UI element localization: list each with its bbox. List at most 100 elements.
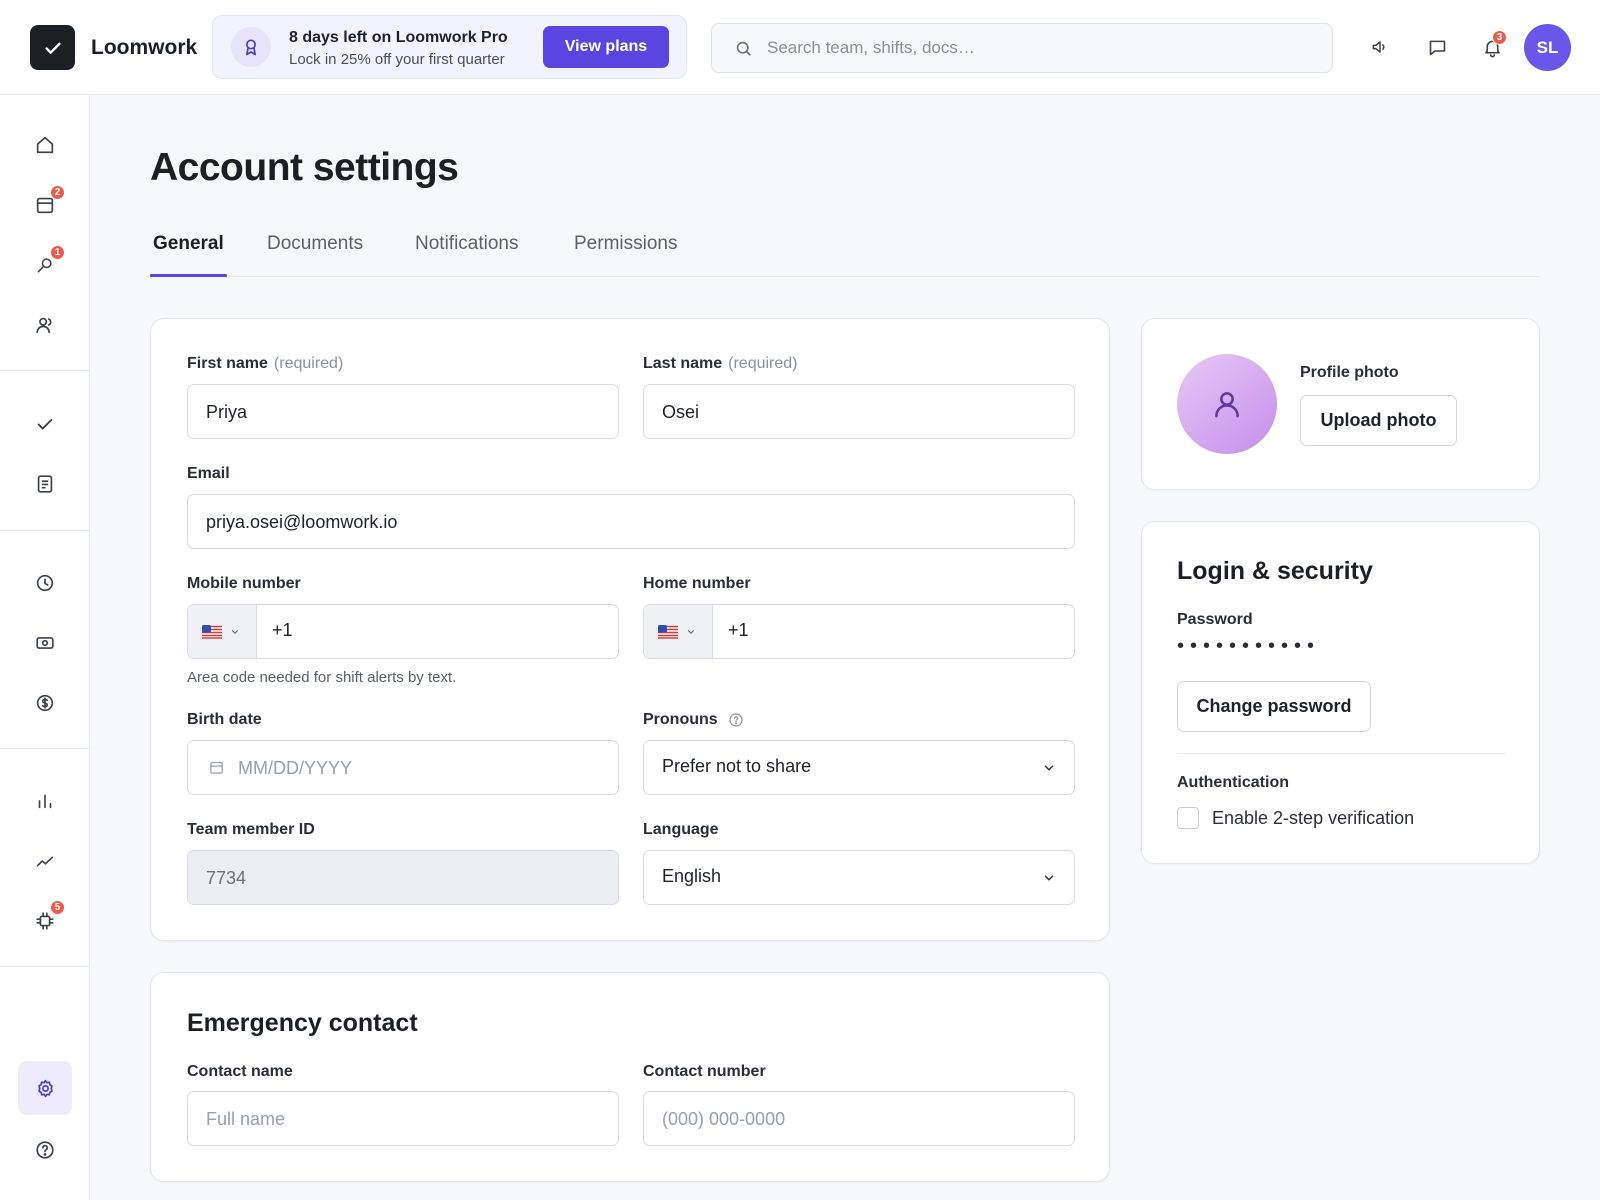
document-icon xyxy=(34,473,56,495)
us-flag-icon xyxy=(658,624,678,639)
sidebar-item-documents[interactable] xyxy=(28,467,62,501)
language-select[interactable]: English xyxy=(643,850,1075,905)
home-country-code: +1 xyxy=(728,620,749,640)
home-number-field[interactable]: +1 xyxy=(643,604,1075,659)
hiring-badge: 1 xyxy=(50,245,65,260)
cash-icon xyxy=(34,632,56,654)
last-name-field[interactable] xyxy=(643,384,1075,439)
sidebar-item-hiring[interactable]: 1 xyxy=(28,245,65,282)
sidebar-divider xyxy=(0,530,89,531)
sidebar-divider xyxy=(0,966,89,967)
trial-banner: 8 days left on Loomwork Pro Lock in 25% … xyxy=(212,15,687,79)
mobile-number-label: Mobile number xyxy=(187,575,301,592)
help-question-icon xyxy=(34,1139,56,1161)
sidebar-item-payroll[interactable] xyxy=(28,626,62,660)
pronouns-label: Pronouns xyxy=(643,711,744,729)
two-step-checkbox[interactable] xyxy=(1177,807,1199,829)
sidebar-divider xyxy=(0,370,89,371)
first-name-label-text: First name xyxy=(187,355,268,372)
mobile-number-field[interactable]: +1 xyxy=(187,604,619,659)
chevron-down-icon xyxy=(1042,871,1056,885)
announcements-megaphone-icon[interactable] xyxy=(1365,32,1395,62)
trend-line-icon xyxy=(34,850,56,872)
contact-name-label: Contact name xyxy=(187,1063,293,1080)
upload-photo-button[interactable]: Upload photo xyxy=(1300,395,1457,446)
messages-chat-icon[interactable] xyxy=(1422,32,1452,62)
chevron-down-icon xyxy=(231,629,239,634)
contact-number-label: Contact number xyxy=(643,1063,766,1080)
tab-permissions[interactable]: Permissions xyxy=(574,228,677,276)
pronouns-label-text: Pronouns xyxy=(643,711,718,728)
contact-name-field[interactable] xyxy=(187,1091,619,1146)
contact-name-input[interactable] xyxy=(206,1105,600,1133)
first-name-label: First name (required) xyxy=(187,355,343,373)
award-icon xyxy=(231,27,271,67)
bar-chart-icon xyxy=(34,790,56,812)
team-member-id-input xyxy=(206,864,600,892)
sidebar-item-billing[interactable] xyxy=(28,686,62,720)
email-label: Email xyxy=(187,465,230,482)
tab-general[interactable]: General xyxy=(150,228,227,277)
sidebar-item-time-clock[interactable] xyxy=(28,566,62,600)
search-input[interactable] xyxy=(767,34,1307,62)
dollar-coin-icon xyxy=(34,692,56,714)
contact-number-input[interactable] xyxy=(662,1105,1056,1133)
required-hint: (required) xyxy=(728,355,798,372)
contact-number-field[interactable] xyxy=(643,1091,1075,1146)
emergency-contact-title: Emergency contact xyxy=(187,1009,418,1037)
global-search[interactable] xyxy=(711,23,1333,73)
chevron-down-icon xyxy=(1042,761,1056,775)
profile-photo-label: Profile photo xyxy=(1300,364,1399,381)
login-security-title: Login & security xyxy=(1177,557,1373,585)
clock-icon xyxy=(34,572,56,594)
sidebar-item-schedule[interactable]: 2 xyxy=(28,185,65,222)
emergency-contact-card: Emergency contact Contact name Contact n… xyxy=(150,972,1110,1182)
two-step-label[interactable]: Enable 2-step verification xyxy=(1212,808,1414,829)
us-flag-icon xyxy=(202,624,222,639)
pronouns-selected-value: Prefer not to share xyxy=(662,756,812,776)
tab-notifications[interactable]: Notifications xyxy=(415,228,519,276)
page-title: Account settings xyxy=(150,146,459,189)
sidebar-item-reports[interactable] xyxy=(28,784,62,818)
profile-photo-card: Profile photo Upload photo xyxy=(1141,318,1540,490)
sidebar-item-tasks[interactable] xyxy=(28,407,62,441)
sidebar-item-analytics[interactable] xyxy=(28,844,62,878)
change-password-button[interactable]: Change password xyxy=(1177,681,1371,732)
schedule-badge: 2 xyxy=(50,185,65,200)
brand[interactable]: Loomwork xyxy=(30,25,197,70)
team-member-id-label: Team member ID xyxy=(187,821,315,838)
email-input[interactable] xyxy=(206,508,1056,536)
notifications-bell-icon[interactable]: 3 xyxy=(1477,30,1507,62)
tab-documents[interactable]: Documents xyxy=(267,228,363,276)
sidebar-item-home[interactable] xyxy=(28,128,62,162)
info-help-icon[interactable] xyxy=(728,712,744,728)
email-field[interactable] xyxy=(187,494,1075,549)
birth-date-field[interactable] xyxy=(187,740,619,795)
authentication-label: Authentication xyxy=(1177,774,1289,791)
sidebar-item-integrations[interactable]: 5 xyxy=(28,900,65,938)
profile-photo-placeholder[interactable] xyxy=(1177,354,1277,454)
mobile-help-text: Area code needed for shift alerts by tex… xyxy=(187,669,457,686)
birth-date-input[interactable] xyxy=(238,754,598,782)
chevron-down-icon xyxy=(687,629,695,634)
mobile-country-select[interactable] xyxy=(188,605,257,658)
view-plans-button[interactable]: View plans xyxy=(543,26,669,68)
sidebar-divider xyxy=(0,748,89,749)
first-name-field[interactable] xyxy=(187,384,619,439)
home-country-select[interactable] xyxy=(644,605,713,658)
user-avatar[interactable]: SL xyxy=(1524,24,1571,71)
first-name-input[interactable] xyxy=(206,398,600,426)
sidebar-item-settings[interactable] xyxy=(18,1061,72,1115)
last-name-label-text: Last name xyxy=(643,355,723,372)
last-name-input[interactable] xyxy=(662,398,1056,426)
birth-date-label: Birth date xyxy=(187,711,262,728)
promo-subtitle: Lock in 25% off your first quarter xyxy=(289,51,505,68)
personal-details-card: First name (required) Last name (required)… xyxy=(150,318,1110,941)
logo-check-icon xyxy=(30,25,75,70)
check-icon xyxy=(34,413,56,435)
sidebar-item-team[interactable] xyxy=(28,308,62,342)
sidebar-item-help[interactable] xyxy=(28,1133,62,1167)
pronouns-select[interactable]: Prefer not to share xyxy=(643,740,1075,795)
language-label: Language xyxy=(643,821,719,838)
search-icon xyxy=(734,39,753,58)
